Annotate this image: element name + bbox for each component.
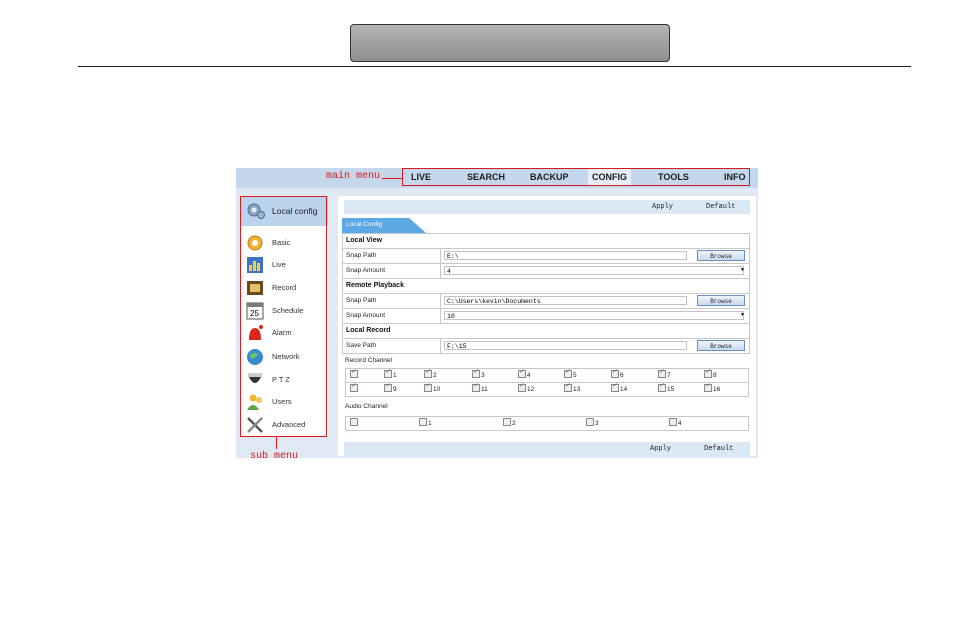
- remote-snap-path-input[interactable]: C:\Users\kevin\Documents: [444, 296, 687, 305]
- sub-menu-annotation: sub menu: [250, 451, 299, 462]
- record-channel-checkbox[interactable]: 12: [518, 382, 534, 394]
- section-local-record: Local Record: [342, 324, 750, 339]
- record-channel-checkbox[interactable]: 3: [472, 368, 485, 380]
- top-action-bar: Apply Default: [344, 200, 750, 214]
- remote-snap-amount-select[interactable]: 10: [444, 311, 744, 320]
- tab-label: Local Config: [346, 221, 383, 228]
- main-menu-highlight: [402, 168, 750, 186]
- audio-channel-checkbox[interactable]: 2: [503, 418, 516, 428]
- browse-button[interactable]: Browse: [697, 295, 745, 306]
- audio-channel-row: 1 2 3 4: [346, 417, 748, 430]
- local-snap-path-input[interactable]: E:\: [444, 251, 687, 260]
- record-channel-checkbox[interactable]: 13: [564, 382, 580, 394]
- main-menu-annotation: main menu: [326, 171, 381, 182]
- apply-button[interactable]: Apply: [652, 203, 673, 211]
- tab-local-config[interactable]: Local Config: [342, 218, 426, 233]
- record-channel-grid: 1 2 3 4 5 6 7 8 9 10 11 12 13 14: [345, 368, 749, 397]
- save-path-row: Save Path F:\15 Browse: [342, 339, 750, 354]
- record-channel-row: 1 2 3 4 5 6 7 8: [346, 368, 748, 383]
- field-label: Snap Path: [346, 297, 377, 304]
- divider: [440, 249, 441, 263]
- record-channel-checkbox[interactable]: 7: [658, 368, 671, 380]
- record-channel-checkbox[interactable]: 2: [424, 368, 437, 380]
- audio-channel-checkbox[interactable]: 3: [586, 418, 599, 428]
- default-button[interactable]: Default: [704, 445, 733, 453]
- sub-menu-annotation-line: [276, 436, 277, 449]
- browse-button[interactable]: Browse: [697, 250, 745, 261]
- audio-channel-title: Audio Channel: [345, 403, 388, 410]
- dvr-web-client: LIVE SEARCH BACKUP CONFIG TOOLS INFO mai…: [236, 168, 758, 458]
- bottom-action-bar: Apply Default: [344, 442, 750, 456]
- local-view-snap-amount-row: Snap Amount 4 ▼: [342, 264, 750, 279]
- field-label: Snap Amount: [346, 312, 386, 319]
- remote-snap-amount-row: Snap Amount 10 ▼: [342, 309, 750, 324]
- audio-channel-checkbox[interactable]: 4: [669, 418, 682, 428]
- record-channel-checkbox[interactable]: 14: [611, 382, 627, 394]
- section-local-view: Local View: [342, 233, 750, 249]
- remote-snap-path-row: Snap Path C:\Users\kevin\Documents Brows…: [342, 294, 750, 309]
- local-snap-amount-select[interactable]: 4: [444, 266, 744, 275]
- record-channel-checkbox[interactable]: 10: [424, 382, 440, 394]
- record-channel-checkbox[interactable]: 9: [384, 382, 397, 394]
- record-channel-checkbox[interactable]: 15: [658, 382, 674, 394]
- record-channel-all-checkbox[interactable]: [350, 382, 359, 394]
- divider: [440, 294, 441, 308]
- save-path-input[interactable]: F:\15: [444, 341, 687, 350]
- audio-channel-grid: 1 2 3 4: [345, 416, 749, 431]
- chevron-down-icon[interactable]: ▼: [740, 312, 745, 318]
- browse-button[interactable]: Browse: [697, 340, 745, 351]
- sub-menu-highlight: [240, 196, 327, 437]
- record-channel-title: Record Channel: [345, 357, 392, 364]
- record-channel-checkbox[interactable]: 4: [518, 368, 531, 380]
- local-config-form: Local View Snap Path E:\ Browse Snap Amo…: [342, 233, 750, 431]
- audio-channel-all-checkbox[interactable]: [350, 418, 359, 428]
- local-view-snap-path-row: Snap Path E:\ Browse: [342, 249, 750, 264]
- field-label: Snap Path: [346, 252, 377, 259]
- record-channel-all-checkbox[interactable]: [350, 368, 359, 380]
- record-channel-checkbox[interactable]: 1: [384, 368, 397, 380]
- apply-button[interactable]: Apply: [650, 445, 671, 453]
- config-panel: Apply Default Local Config Local View Sn…: [338, 196, 756, 456]
- chevron-down-icon[interactable]: ▼: [740, 267, 745, 273]
- record-channel-checkbox[interactable]: 8: [704, 368, 717, 380]
- record-channel-checkbox[interactable]: 5: [564, 368, 577, 380]
- audio-channel-checkbox[interactable]: 1: [419, 418, 432, 428]
- divider: [440, 264, 441, 278]
- record-channel-row: 9 10 11 12 13 14 15 16: [346, 382, 748, 396]
- field-label: Snap Amount: [346, 267, 386, 274]
- record-channel-checkbox[interactable]: 11: [472, 382, 488, 394]
- header-banner: [350, 24, 670, 62]
- field-label: Save Path: [346, 342, 376, 349]
- record-channel-checkbox[interactable]: 6: [611, 368, 624, 380]
- record-channel-checkbox[interactable]: 16: [704, 382, 720, 394]
- section-remote-playback: Remote Playback: [342, 279, 750, 294]
- header-rule: [78, 66, 911, 67]
- main-menu-annotation-line: [382, 178, 402, 179]
- divider: [440, 309, 441, 323]
- default-button[interactable]: Default: [706, 203, 735, 211]
- divider: [440, 339, 441, 353]
